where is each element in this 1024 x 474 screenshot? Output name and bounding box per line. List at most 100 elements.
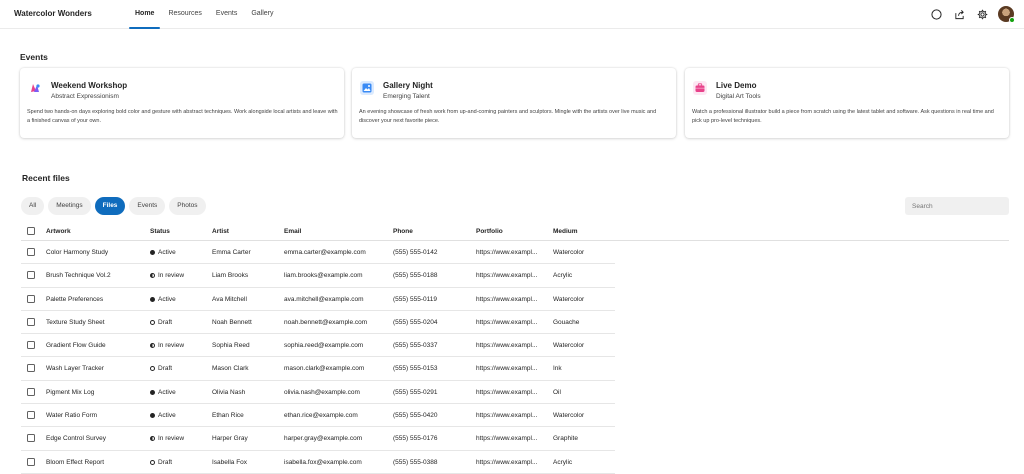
status-icon bbox=[150, 319, 155, 325]
row-checkbox[interactable] bbox=[27, 364, 35, 373]
filter-meetings[interactable]: Meetings bbox=[48, 197, 91, 215]
event-card[interactable]: Gallery Night Emerging Talent An evening… bbox=[352, 68, 676, 138]
table-row[interactable]: Palette Preferences Active Ava Mitchell ava… bbox=[21, 288, 615, 311]
status-label: In review bbox=[158, 272, 185, 280]
status-label: In review bbox=[158, 342, 185, 350]
status-cell: In review bbox=[150, 342, 184, 349]
event-subtitle: Emerging Talent bbox=[383, 93, 430, 100]
table-row[interactable]: Water Ratio Form Active Ethan Rice ethan.ri… bbox=[21, 404, 615, 428]
filter-files[interactable]: Files bbox=[94, 197, 126, 215]
status-cell: Active bbox=[150, 296, 176, 303]
nav-resources[interactable]: Resources bbox=[162, 0, 207, 29]
phone-cell: (555) 555-0388 bbox=[393, 458, 438, 466]
search-input[interactable] bbox=[905, 197, 1009, 215]
status-icon bbox=[150, 273, 155, 279]
artist-cell: Mason Clark bbox=[212, 365, 249, 373]
phone-cell: (555) 555-0188 bbox=[393, 272, 438, 280]
nav-home[interactable]: Home bbox=[129, 0, 161, 29]
status-icon bbox=[150, 366, 155, 372]
status-label: Active bbox=[158, 249, 176, 256]
email-cell: mason.clark@example.com bbox=[284, 365, 365, 373]
phone-cell: (555) 555-0337 bbox=[393, 342, 438, 350]
status-label: Active bbox=[158, 412, 176, 420]
status-label: Draft bbox=[158, 458, 173, 466]
column-header[interactable]: Portfolio bbox=[476, 228, 503, 235]
medium-cell: Gouache bbox=[553, 318, 580, 326]
row-checkbox[interactable] bbox=[27, 434, 35, 443]
event-description: An evening showcase of fresh work from u… bbox=[359, 109, 657, 124]
column-header[interactable]: Status bbox=[150, 228, 170, 235]
row-checkbox[interactable] bbox=[27, 317, 35, 326]
email-cell: sophia.reed@example.com bbox=[284, 342, 364, 350]
artwork-cell: Bloom Effect Report bbox=[46, 458, 105, 466]
row-checkbox[interactable] bbox=[27, 341, 35, 350]
table-row[interactable]: Texture Study Sheet Draft Noah Bennett noah… bbox=[21, 311, 615, 335]
column-header[interactable]: Artist bbox=[212, 228, 229, 235]
palette-icon bbox=[28, 81, 42, 95]
share-icon[interactable] bbox=[952, 7, 966, 21]
artwork-cell: Color Harmony Study bbox=[46, 249, 109, 256]
row-checkbox[interactable] bbox=[27, 271, 35, 280]
row-checkbox[interactable] bbox=[27, 411, 35, 420]
table-row[interactable]: Pigment Mix Log Active Olivia Nash olivia.n… bbox=[21, 381, 615, 405]
filter-events[interactable]: Events bbox=[129, 197, 166, 215]
nav-gallery[interactable]: Gallery bbox=[245, 0, 279, 29]
event-subtitle: Digital Art Tools bbox=[716, 93, 761, 100]
event-subtitle: Abstract Expressionism bbox=[51, 93, 119, 100]
gear-icon[interactable] bbox=[975, 7, 989, 21]
event-description: Watch a professional illustrator build a… bbox=[692, 109, 994, 124]
email-cell: isabella.fox@example.com bbox=[284, 458, 362, 466]
event-title: Weekend Workshop bbox=[51, 81, 128, 90]
column-header[interactable]: Artwork bbox=[46, 228, 71, 235]
email-cell: ava.mitchell@example.com bbox=[284, 295, 364, 303]
email-cell: noah.bennett@example.com bbox=[284, 318, 368, 326]
row-checkbox[interactable] bbox=[27, 248, 35, 256]
portfolio-cell: https://www.exampl... bbox=[476, 318, 538, 326]
row-checkbox[interactable] bbox=[27, 457, 35, 466]
artwork-cell: Edge Control Survey bbox=[46, 435, 106, 443]
select-all-checkbox[interactable] bbox=[27, 227, 35, 235]
circle-icon[interactable] bbox=[929, 7, 943, 21]
table-body: Color Harmony Study Active Emma Carter emma… bbox=[21, 241, 1009, 474]
portfolio-cell: https://www.exampl... bbox=[476, 249, 538, 256]
status-cell: Active bbox=[150, 389, 176, 396]
medium-cell: Oil bbox=[553, 388, 561, 396]
row-checkbox[interactable] bbox=[27, 387, 35, 396]
medium-cell: Graphite bbox=[553, 435, 578, 443]
artist-cell: Ethan Rice bbox=[212, 412, 244, 420]
column-header[interactable]: Medium bbox=[553, 228, 578, 235]
status-cell: In review bbox=[150, 435, 184, 442]
table-row[interactable]: Brush Technique Vol.2 In review Liam Brook… bbox=[21, 264, 615, 288]
medium-cell: Watercolor bbox=[553, 342, 585, 350]
status-label: Draft bbox=[158, 365, 173, 373]
event-card[interactable]: Weekend Workshop Abstract Expressionism … bbox=[20, 68, 344, 138]
column-header[interactable]: Phone bbox=[393, 228, 413, 235]
column-header[interactable]: Email bbox=[284, 228, 301, 235]
event-card[interactable]: Live Demo Digital Art Tools Watch a prof… bbox=[685, 68, 1009, 138]
portfolio-cell: https://www.exampl... bbox=[476, 272, 538, 280]
table-row[interactable]: Bloom Effect Report Draft Isabella Fox isab… bbox=[21, 451, 615, 474]
phone-cell: (555) 555-0176 bbox=[393, 435, 438, 443]
artist-cell: Noah Bennett bbox=[212, 318, 252, 326]
status-cell: Draft bbox=[150, 365, 172, 372]
artist-cell: Sophia Reed bbox=[212, 342, 250, 350]
table-row[interactable]: Wash Layer Tracker Draft Mason Clark mason.… bbox=[21, 357, 615, 381]
event-title: Live Demo bbox=[716, 81, 757, 90]
row-checkbox[interactable] bbox=[27, 294, 35, 303]
filter-all[interactable]: All bbox=[21, 197, 45, 215]
status-icon bbox=[150, 389, 155, 395]
table-row[interactable]: Edge Control Survey In review Harper Gray h… bbox=[21, 427, 615, 451]
artwork-cell: Texture Study Sheet bbox=[46, 318, 105, 326]
nav-events[interactable]: Events bbox=[210, 0, 243, 29]
portfolio-cell: https://www.exampl... bbox=[476, 295, 538, 303]
app-title[interactable]: Watercolor Wonders bbox=[14, 9, 92, 18]
email-cell: olivia.nash@example.com bbox=[284, 388, 360, 396]
artist-cell: Isabella Fox bbox=[212, 458, 248, 466]
email-cell: ethan.rice@example.com bbox=[284, 412, 358, 420]
email-cell: emma.carter@example.com bbox=[284, 249, 366, 256]
phone-cell: (555) 555-0142 bbox=[393, 249, 438, 256]
avatar[interactable] bbox=[998, 6, 1015, 23]
filter-photos[interactable]: Photos bbox=[169, 197, 206, 215]
table-row[interactable]: Color Harmony Study Active Emma Carter emma… bbox=[21, 241, 615, 265]
table-row[interactable]: Gradient Flow Guide In review Sophia Reed s… bbox=[21, 334, 615, 358]
